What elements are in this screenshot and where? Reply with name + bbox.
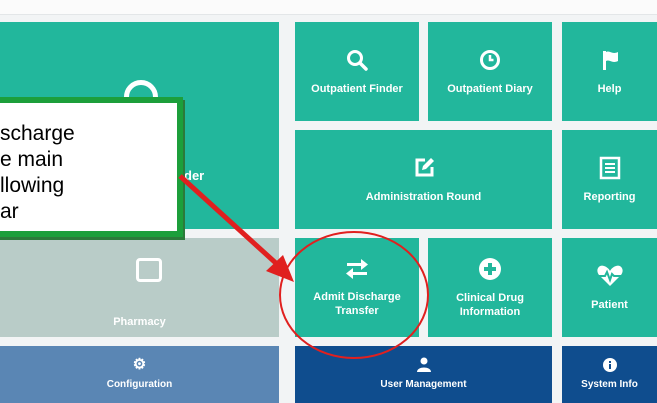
annotation-circle: [279, 231, 429, 359]
annotation-arrow-line: [178, 174, 280, 267]
annotation-overlay: [178, 174, 429, 359]
